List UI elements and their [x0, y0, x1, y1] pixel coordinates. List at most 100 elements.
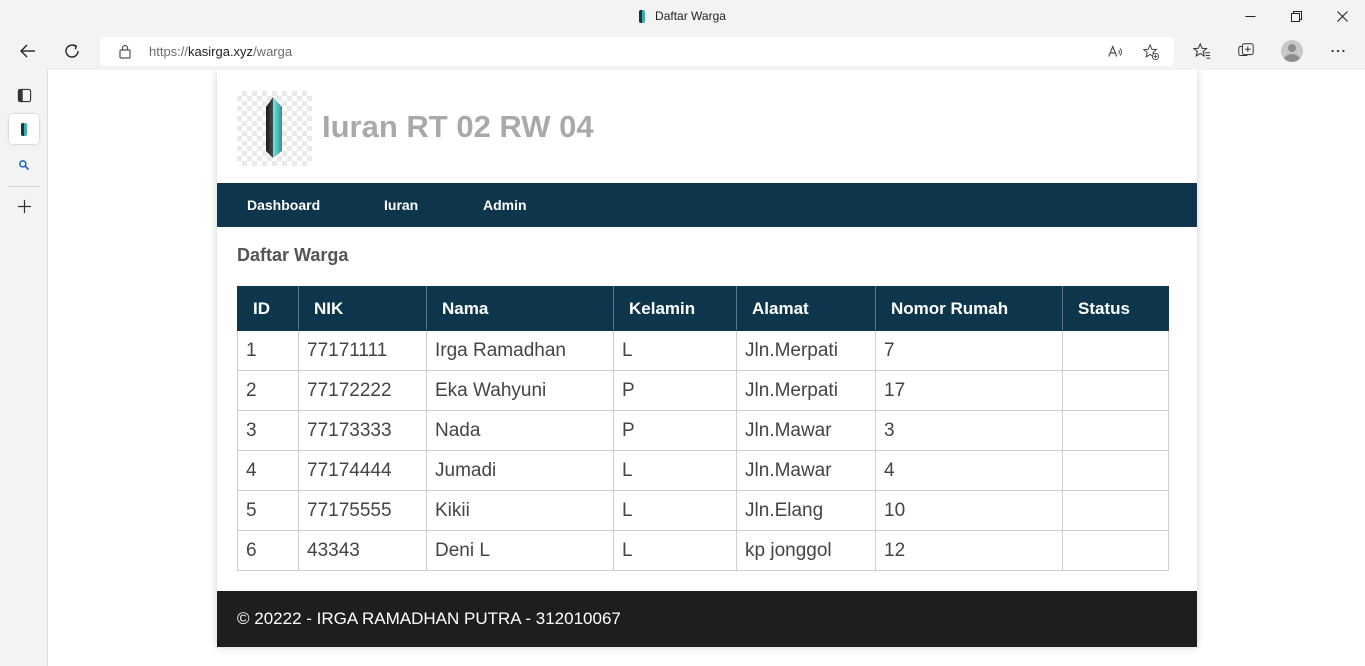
cell-alamat: kp jonggol: [736, 530, 876, 571]
cell-nik: 77173333: [298, 410, 427, 451]
cell-nomor-rumah: 10: [875, 490, 1063, 531]
crystal-logo-icon: [266, 97, 282, 158]
url-path: /warga: [253, 44, 293, 59]
favicon-icon: [639, 9, 646, 23]
page-container: Iuran RT 02 RW 04 Dashboard Iuran Admin …: [217, 70, 1197, 647]
minimize-button[interactable]: [1227, 0, 1273, 32]
cell-id: 3: [237, 410, 299, 451]
cell-kelamin: L: [613, 490, 737, 531]
sidebar-divider: [8, 186, 40, 187]
url-scheme: https://: [149, 44, 189, 59]
column-header-kelamin: Kelamin: [613, 286, 737, 331]
collections-button[interactable]: [1235, 40, 1257, 62]
cell-id: 6: [237, 530, 299, 571]
back-arrow-icon: [20, 44, 35, 58]
cell-nomor-rumah: 3: [875, 410, 1063, 451]
cell-nik: 77174444: [298, 450, 427, 491]
favorites-icon: [1193, 42, 1211, 59]
cell-alamat: Jln.Mawar: [736, 410, 876, 451]
cell-kelamin: L: [613, 330, 737, 371]
window-title-group: Daftar Warga: [0, 0, 1365, 32]
cell-nik: 77171111: [298, 330, 427, 371]
back-button[interactable]: [13, 36, 43, 66]
cell-kelamin: L: [613, 530, 737, 571]
url-host: kasirga.xyz: [188, 44, 254, 59]
tab-actions-button[interactable]: [9, 80, 39, 110]
warga-table: ID NIK Nama Kelamin Alamat Nomor Rumah S…: [237, 286, 1169, 571]
cell-nama: Eka Wahyuni: [426, 370, 614, 411]
refresh-icon: [65, 44, 79, 58]
window-title: Daftar Warga: [655, 9, 726, 23]
page-title: Daftar Warga: [237, 245, 349, 265]
cell-status: [1062, 370, 1169, 411]
site-tab-icon: [21, 122, 27, 136]
column-header-nik: NIK: [298, 286, 427, 331]
profile-avatar-icon[interactable]: [1281, 40, 1303, 62]
read-aloud-button[interactable]: [1105, 42, 1125, 62]
cell-status: [1062, 330, 1169, 371]
maximize-icon: [1290, 10, 1302, 22]
table-row: 2 77172222 Eka Wahyuni P Jln.Merpati 17: [237, 370, 1169, 411]
cell-id: 1: [237, 330, 299, 371]
cell-nama: Kikii: [426, 490, 614, 531]
table-row: 6 43343 Deni L L kp jonggol 12: [237, 530, 1169, 571]
table-row: 4 77174444 Jumadi L Jln.Mawar 4: [237, 450, 1169, 491]
window-titlebar: Daftar Warga: [0, 0, 1365, 32]
cell-alamat: Jln.Mawar: [736, 450, 876, 491]
cell-nama: Nada: [426, 410, 614, 451]
minimize-icon: [1245, 15, 1255, 17]
more-options-icon: [1331, 49, 1345, 53]
close-button[interactable]: [1319, 0, 1365, 32]
column-header-nama: Nama: [426, 286, 614, 331]
maximize-button[interactable]: [1273, 0, 1319, 32]
more-options-button[interactable]: [1327, 40, 1349, 62]
main-content: Daftar Warga ID NIK Nama Kelamin Alamat …: [217, 227, 1197, 591]
footer-copyright: © 20222 - IRGA RAMADHAN PUTRA - 31201006…: [237, 609, 621, 628]
browser-toolbar: https://kasirga.xyz/warga: [0, 32, 1365, 70]
column-header-id: ID: [237, 286, 299, 331]
cell-nama: Irga Ramadhan: [426, 330, 614, 371]
table-row: 1 77171111 Irga Ramadhan L Jln.Merpati 7: [237, 330, 1169, 371]
read-aloud-icon: [1108, 45, 1122, 57]
column-header-nomor-rumah: Nomor Rumah: [875, 286, 1063, 331]
close-icon: [1336, 10, 1348, 22]
nav-item-dashboard[interactable]: Dashboard: [247, 197, 320, 213]
table-row: 3 77173333 Nada P Jln.Mawar 3: [237, 410, 1169, 451]
search-tab-button[interactable]: [9, 150, 39, 180]
refresh-button[interactable]: [57, 36, 87, 66]
cell-status: [1062, 450, 1169, 491]
add-favorite-button[interactable]: [1141, 42, 1161, 62]
page-viewport: Iuran RT 02 RW 04 Dashboard Iuran Admin …: [48, 70, 1365, 666]
cell-nomor-rumah: 4: [875, 450, 1063, 491]
main-navbar: Dashboard Iuran Admin: [217, 183, 1197, 227]
cell-status: [1062, 530, 1169, 571]
cell-status: [1062, 490, 1169, 531]
window-controls: [1227, 0, 1365, 32]
address-bar[interactable]: https://kasirga.xyz/warga: [100, 37, 1174, 66]
cell-kelamin: P: [613, 410, 737, 451]
add-favorite-icon: [1142, 43, 1160, 61]
cell-id: 5: [237, 490, 299, 531]
plus-icon: [17, 199, 31, 213]
url-text[interactable]: https://kasirga.xyz/warga: [149, 44, 292, 59]
cell-alamat: Jln.Merpati: [736, 330, 876, 371]
site-logo: [237, 91, 312, 166]
cell-nik: 43343: [298, 530, 427, 571]
cell-kelamin: P: [613, 370, 737, 411]
cell-alamat: Jln.Elang: [736, 490, 876, 531]
nav-item-iuran[interactable]: Iuran: [384, 197, 418, 213]
cell-nik: 77175555: [298, 490, 427, 531]
site-tab[interactable]: [9, 114, 39, 144]
cell-alamat: Jln.Merpati: [736, 370, 876, 411]
nav-item-admin[interactable]: Admin: [483, 197, 527, 213]
cell-nomor-rumah: 7: [875, 330, 1063, 371]
table-row: 5 77175555 Kikii L Jln.Elang 10: [237, 490, 1169, 531]
tab-actions-icon: [17, 88, 31, 102]
cell-kelamin: L: [613, 450, 737, 491]
cell-nomor-rumah: 17: [875, 370, 1063, 411]
new-tab-button[interactable]: [9, 191, 39, 221]
favorites-button[interactable]: [1191, 40, 1213, 62]
cell-id: 4: [237, 450, 299, 491]
column-header-alamat: Alamat: [736, 286, 876, 331]
cell-nik: 77172222: [298, 370, 427, 411]
